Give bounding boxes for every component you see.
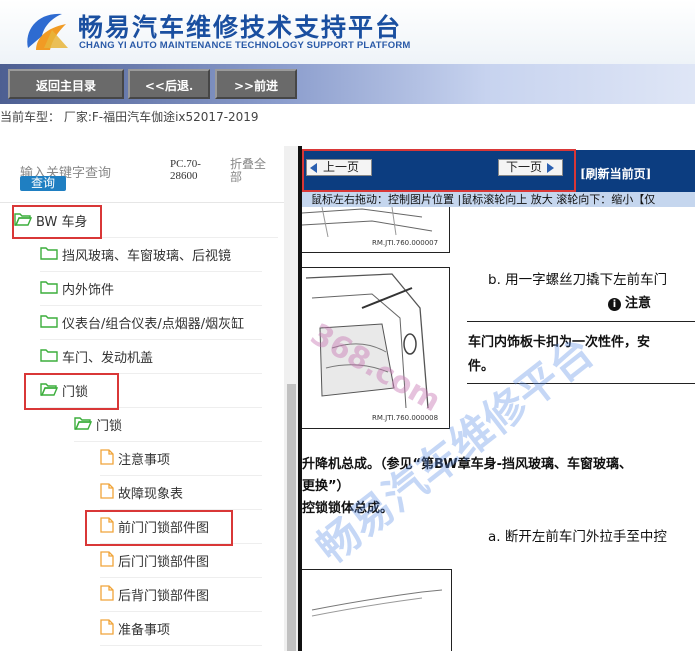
handle-figure (311, 589, 443, 617)
info-icon: i (608, 298, 621, 311)
tree-item-tailgate-lock-diagram[interactable]: 后背门锁部件图 (100, 578, 262, 612)
highlight-box (12, 205, 102, 239)
folder-icon (40, 246, 58, 264)
refresh-page-link[interactable]: [刷新当前页] (580, 165, 651, 182)
tree-item-doors-hood[interactable]: 车门、发动机盖 (40, 340, 262, 374)
tree-item-preparation[interactable]: 准备事项 (100, 612, 262, 646)
document-icon (100, 550, 114, 571)
app-subtitle: CHANG YI AUTO MAINTENANCE TECHNOLOGY SUP… (79, 40, 411, 51)
tree-item-door-lock[interactable]: 门锁 (74, 408, 262, 442)
app-title: 畅易汽车维修技术支持平台 (78, 13, 403, 42)
tree-item-label: 门锁 (96, 419, 123, 434)
note-title-label: 注意 (625, 296, 652, 311)
tree-item-label: 挡风玻璃、车窗玻璃、后视镜 (62, 249, 232, 264)
highlight-box (85, 510, 233, 546)
divider (467, 321, 695, 322)
divider (0, 202, 284, 203)
left-scrollbar-thumb[interactable] (287, 384, 296, 651)
step-b-text: b. 用一字螺丝刀撬下左前车门 (488, 272, 668, 288)
viewer-tip: 鼠标左右拖动：控制图片位置 |鼠标滚轮向上 放大 滚轮向下：缩小【仅 (302, 192, 695, 207)
folder-icon (40, 314, 58, 332)
tree-item-label: 仪表台/组合仪表/点烟器/烟灰缸 (62, 317, 245, 332)
highlight-box (24, 373, 119, 410)
highlight-box (302, 149, 576, 192)
folder-icon (40, 348, 58, 366)
document-icon (100, 482, 114, 503)
app-header: 畅易汽车维修技术支持平台 CHANG YI AUTO MAINTENANCE T… (0, 0, 695, 64)
tree-item-label: 后门门锁部件图 (118, 555, 210, 570)
home-button[interactable]: 返回主目录 (8, 69, 124, 99)
toolbar: 返回主目录 <<后退. >>前进 (0, 64, 695, 104)
note-title: i 注意 (608, 292, 651, 311)
document-icon (100, 448, 114, 469)
document-icon (100, 584, 114, 605)
tree-item-trim[interactable]: 内外饰件 (40, 272, 262, 306)
collapse-all-button[interactable]: 折叠全部 (230, 158, 270, 184)
current-car-label: 当前车型： 厂家:F-福田汽车伽途ix52017-2019 (0, 110, 259, 124)
tree-item-label: 内外饰件 (62, 283, 115, 298)
tree-item-symptom-table[interactable]: 故障现象表 (100, 476, 262, 510)
tree-item-rear-door-lock-diagram[interactable]: 后门门锁部件图 (100, 544, 262, 578)
back-button[interactable]: <<后退. (128, 69, 210, 99)
folder-icon (40, 280, 58, 298)
tree-item-label: 准备事项 (118, 623, 171, 638)
tree-item-dashboard[interactable]: 仪表台/组合仪表/点烟器/烟灰缸 (40, 306, 262, 340)
folder-open-icon (74, 416, 93, 434)
figure-frame: RM.JTI.760.000007 (302, 207, 450, 253)
tree-item-glass[interactable]: 挡风玻璃、车窗玻璃、后视镜 (40, 238, 262, 272)
forward-button[interactable]: >>前进 (215, 69, 297, 99)
document-icon (100, 618, 114, 639)
figure-code: RM.JTI.760.000007 (372, 239, 439, 247)
pc-label: PC.70-28600 (170, 158, 201, 182)
step-a-text: a. 断开左前车门外拉手至中控 (488, 529, 667, 545)
note-text: 件。 (468, 359, 495, 374)
door-figure-top (302, 207, 433, 238)
tree-item-label: 故障现象表 (118, 487, 184, 502)
paragraph: 更换”） (302, 479, 350, 494)
tree-item-precautions[interactable]: 注意事项 (100, 442, 262, 476)
logo-icon (27, 13, 68, 50)
tree-item-label: 车门、发动机盖 (62, 351, 154, 366)
search-button[interactable]: 查询 (20, 176, 66, 191)
tree-item-label: 注意事项 (118, 453, 171, 468)
document-view[interactable]: RM.JTI.760.000007 RM.JTI.760.000008 b. 用… (302, 207, 695, 651)
figure-frame (302, 569, 452, 651)
tree-item-label: 后背门锁部件图 (118, 589, 210, 604)
